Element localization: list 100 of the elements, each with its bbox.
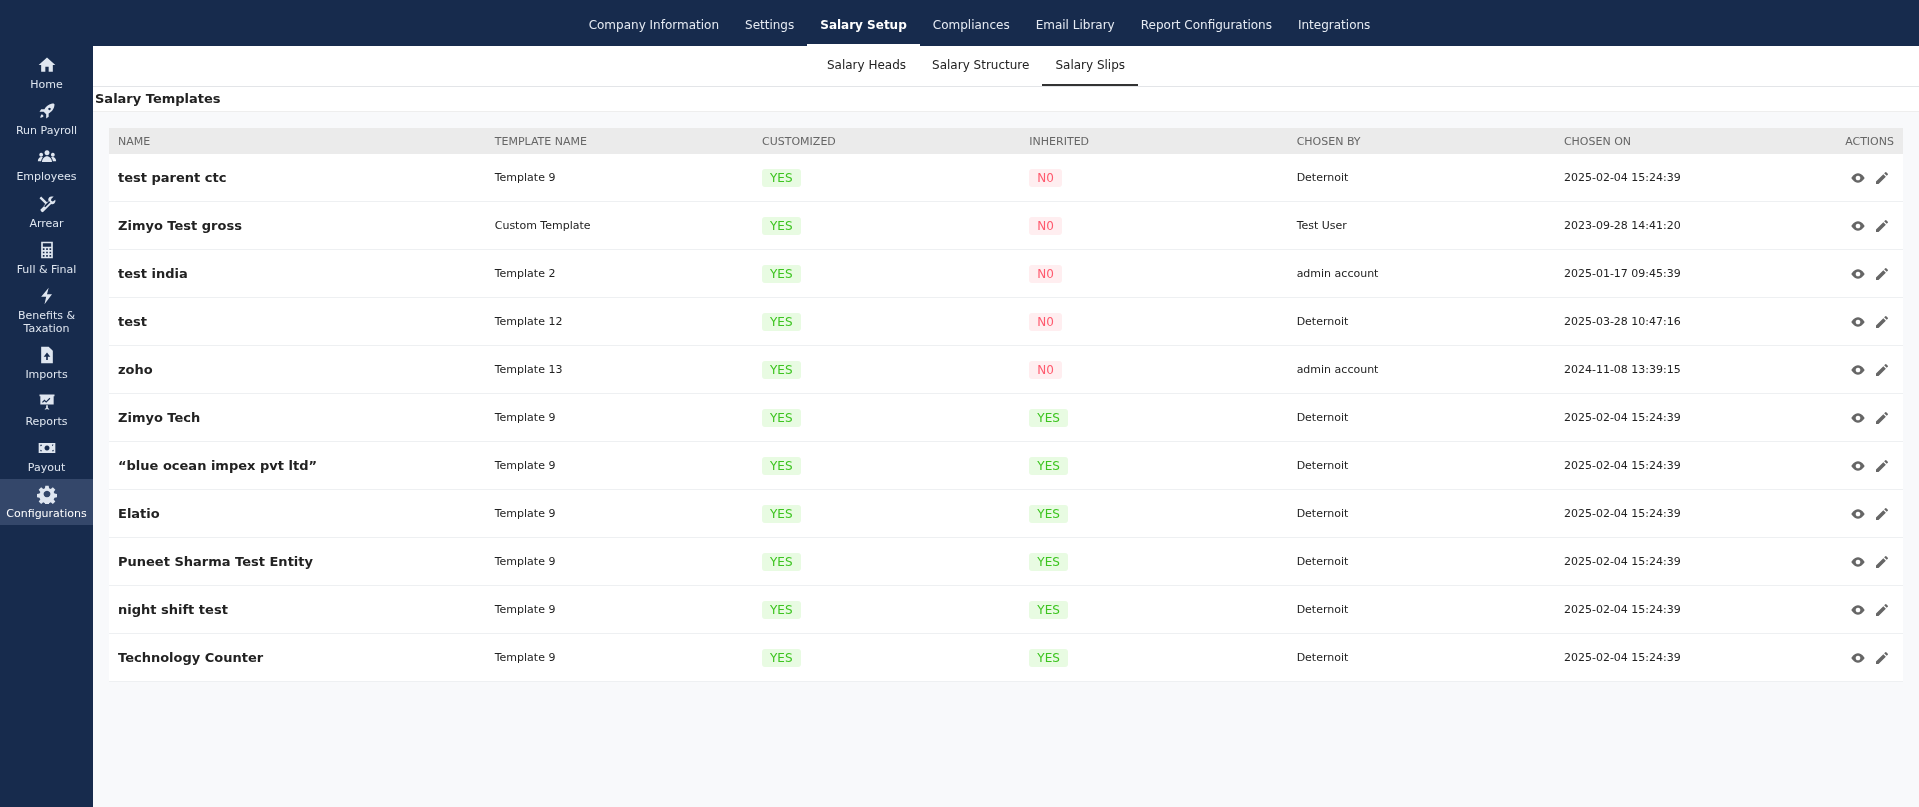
table-cell: Deternoit bbox=[1287, 537, 1555, 586]
column-header: TEMPLATE NAME bbox=[485, 128, 754, 154]
status-badge: YES bbox=[762, 168, 801, 187]
nav-tab[interactable]: Company Information bbox=[575, 6, 732, 46]
table-cell: Deternoit bbox=[1287, 297, 1555, 346]
table-cell: Template 9 bbox=[485, 154, 754, 202]
pencil-icon bbox=[1874, 553, 1890, 570]
table-cell: Deternoit bbox=[1287, 154, 1555, 202]
pencil-icon bbox=[1874, 457, 1890, 474]
table-cell: 2025-02-04 15:24:39 bbox=[1554, 537, 1823, 586]
sidebar-item[interactable]: Configurations bbox=[0, 478, 93, 526]
table-cell: admin account bbox=[1287, 249, 1555, 298]
sub-tab[interactable]: Salary Heads bbox=[813, 46, 920, 86]
table-cell: Template 9 bbox=[485, 585, 754, 634]
pencil-icon bbox=[1874, 601, 1890, 618]
table-cell: test india bbox=[109, 249, 486, 298]
table-cell: “blue ocean impex pvt ltd” bbox=[109, 441, 486, 490]
nav-tab[interactable]: Compliances bbox=[919, 6, 1023, 46]
status-badge: YES bbox=[1029, 408, 1068, 427]
table-cell: zoho bbox=[109, 345, 486, 394]
table-cell: Template 9 bbox=[485, 441, 754, 490]
table-cell: admin account bbox=[1287, 345, 1555, 394]
table-cell: Template 13 bbox=[485, 345, 754, 394]
home-icon bbox=[36, 55, 57, 75]
table-cell: test bbox=[109, 297, 486, 346]
table-cell: Deternoit bbox=[1287, 441, 1555, 490]
table-cell: Deternoit bbox=[1287, 393, 1555, 442]
sidebar-item[interactable]: Imports bbox=[0, 340, 93, 387]
status-badge: YES bbox=[762, 504, 801, 523]
status-badge: YES bbox=[1029, 648, 1068, 667]
status-badge: YES bbox=[762, 552, 801, 571]
sidebar-item[interactable]: Arrear bbox=[0, 188, 93, 235]
column-header: CHOSEN ON bbox=[1554, 128, 1823, 154]
table-cell: Deternoit bbox=[1287, 633, 1555, 682]
table-cell: 2023-09-28 14:41:20 bbox=[1554, 201, 1823, 250]
status-badge: YES bbox=[762, 408, 801, 427]
table-cell: 2025-01-17 09:45:39 bbox=[1554, 249, 1823, 298]
sidebar-item[interactable]: Home bbox=[0, 50, 93, 97]
nav-tab[interactable]: Integrations bbox=[1284, 6, 1384, 46]
table-cell: Template 9 bbox=[485, 633, 754, 682]
status-badge: N0 bbox=[1029, 360, 1062, 379]
column-header: NAME bbox=[109, 128, 486, 154]
status-badge: YES bbox=[762, 264, 801, 283]
status-badge: N0 bbox=[1029, 312, 1062, 331]
section-title: Salary Templates bbox=[93, 87, 1919, 112]
status-badge: YES bbox=[1029, 600, 1068, 619]
pencil-icon bbox=[1874, 361, 1890, 378]
table-cell: 2025-02-04 15:24:39 bbox=[1554, 154, 1823, 202]
nav-tab[interactable]: Report Configurations bbox=[1127, 6, 1285, 46]
status-badge: YES bbox=[762, 600, 801, 619]
status-badge: YES bbox=[762, 648, 801, 667]
table-cell: Template 2 bbox=[485, 249, 754, 298]
pencil-icon bbox=[1874, 409, 1890, 426]
sidebar-item[interactable]: Run Payroll bbox=[0, 96, 93, 143]
nav-tab[interactable]: Settings bbox=[732, 6, 808, 46]
pencil-icon bbox=[1874, 313, 1890, 330]
table-cell: 2025-02-04 15:24:39 bbox=[1554, 489, 1823, 538]
table-cell: Template 9 bbox=[485, 393, 754, 442]
status-badge: YES bbox=[762, 312, 801, 331]
table-cell: Test User bbox=[1287, 201, 1555, 250]
table-cell: 2025-03-28 10:47:16 bbox=[1554, 297, 1823, 346]
table-cell: Template 12 bbox=[485, 297, 754, 346]
table-cell: 2025-02-04 15:24:39 bbox=[1554, 585, 1823, 634]
table-cell: Zimyo Test gross bbox=[109, 201, 486, 250]
table-cell: Custom Template bbox=[485, 201, 754, 250]
table-cell: Deternoit bbox=[1287, 585, 1555, 634]
column-header: CUSTOMIZED bbox=[753, 128, 1021, 154]
table-cell: Puneet Sharma Test Entity bbox=[109, 537, 486, 586]
status-badge: YES bbox=[762, 456, 801, 475]
status-badge: N0 bbox=[1029, 216, 1062, 235]
sidebar-item[interactable]: Benefits & Taxation bbox=[0, 280, 93, 341]
sidebar-item[interactable]: Reports bbox=[0, 386, 93, 433]
status-badge: N0 bbox=[1029, 264, 1062, 283]
table-cell: night shift test bbox=[109, 585, 486, 634]
sidebar-item[interactable]: Full & Final bbox=[0, 234, 93, 281]
column-header: CHOSEN BY bbox=[1287, 128, 1555, 154]
pencil-icon bbox=[1874, 649, 1890, 666]
status-badge: YES bbox=[1029, 552, 1068, 571]
pencil-icon bbox=[1874, 505, 1890, 522]
nav-tab[interactable]: Email Library bbox=[1022, 6, 1128, 46]
pencil-icon bbox=[1874, 265, 1890, 282]
column-header: ACTIONS bbox=[1822, 128, 1903, 154]
column-header: INHERITED bbox=[1020, 128, 1288, 154]
table-cell: 2024-11-08 13:39:15 bbox=[1554, 345, 1823, 394]
table-cell: Template 9 bbox=[485, 489, 754, 538]
pencil-icon bbox=[1874, 169, 1890, 186]
table-cell: 2025-02-04 15:24:39 bbox=[1554, 393, 1823, 442]
table-cell: Deternoit bbox=[1287, 489, 1555, 538]
table-cell: Technology Counter bbox=[109, 633, 486, 682]
sidebar-item[interactable]: Employees bbox=[0, 142, 93, 189]
sub-tab[interactable]: Salary Structure bbox=[919, 46, 1043, 86]
table-cell: Template 9 bbox=[485, 537, 754, 586]
status-badge: YES bbox=[762, 216, 801, 235]
table-cell: Zimyo Tech bbox=[109, 393, 486, 442]
table-cell: test parent ctc bbox=[109, 154, 486, 202]
table-cell: 2025-02-04 15:24:39 bbox=[1554, 633, 1823, 682]
table-cell: 2025-02-04 15:24:39 bbox=[1554, 441, 1823, 490]
settings-icon bbox=[36, 483, 57, 504]
sidebar-item[interactable]: Payout bbox=[0, 432, 93, 479]
status-badge: YES bbox=[1029, 456, 1068, 475]
